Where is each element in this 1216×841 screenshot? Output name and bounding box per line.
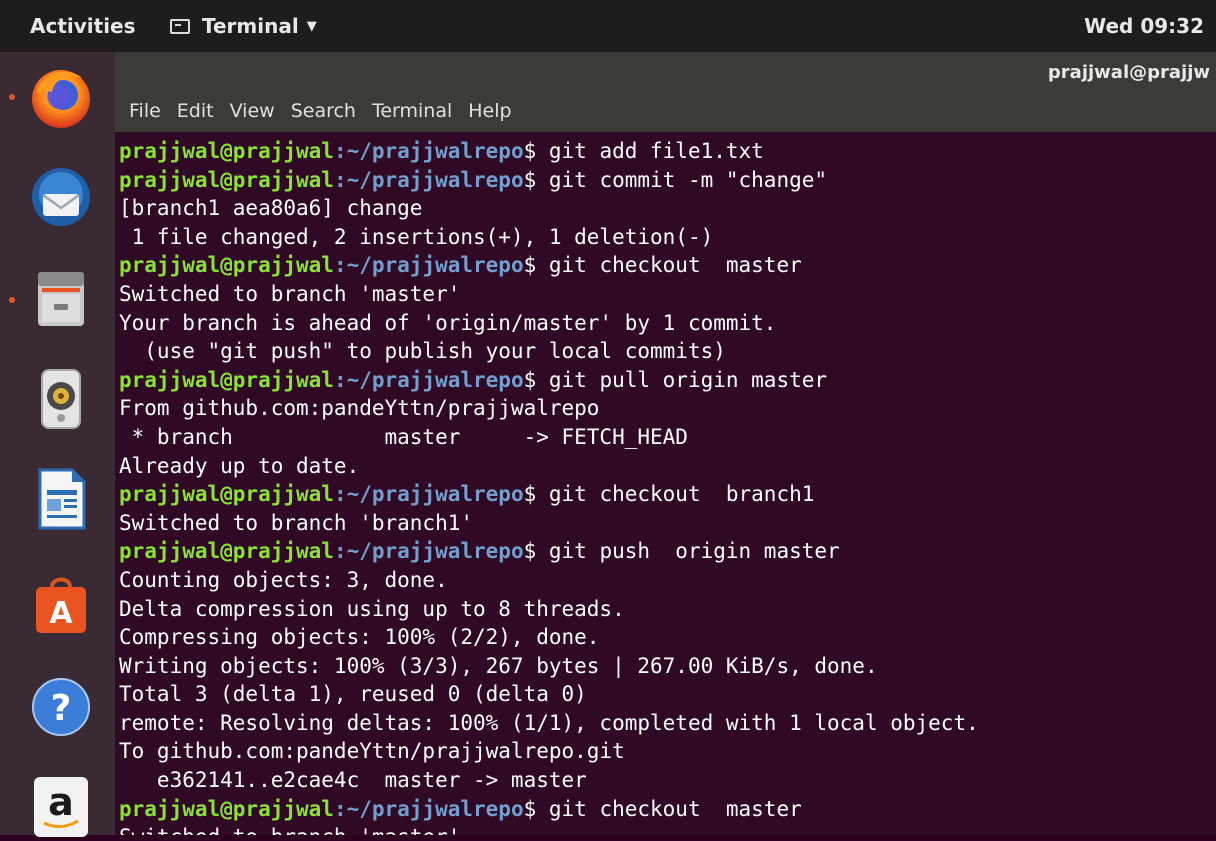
command-text: $ git checkout branch1 [523, 482, 815, 507]
menu-file[interactable]: File [127, 100, 163, 122]
command-text: $ git add file1.txt [523, 139, 764, 163]
chevron-down-icon: ▼ [306, 18, 317, 34]
svg-text:?: ? [51, 688, 72, 729]
output-line: Compressing objects: 100% (2/2), done. [119, 625, 600, 650]
prompt-path: :~/prajjwalrepo [333, 539, 524, 564]
output-line: Total 3 (delta 1), reused 0 (delta 0) [119, 682, 587, 707]
prompt-line: prajjwal@prajjwal:~/prajjwalrepo$ git pu… [119, 537, 979, 566]
output-line: * branch master -> FETCH_HEAD [119, 424, 688, 449]
svg-text:a: a [48, 780, 74, 824]
output-line: e362141..e2cae4c master -> master [119, 768, 587, 793]
prompt-path: :~/prajjwalrepo [333, 367, 524, 392]
command-text: $ git checkout master [523, 796, 802, 821]
prompt-line: prajjwal@prajjwal:~/prajjwalrepo$ git ch… [119, 480, 979, 509]
output-line: Writing objects: 100% (3/3), 267 bytes |… [119, 653, 878, 678]
prompt-line: prajjwal@prajjwal:~/prajjwalrepo$ git ch… [119, 795, 979, 824]
app-name: Terminal [202, 14, 299, 38]
window-title: prajjwal@prajjw [1047, 62, 1210, 83]
rhythmbox-icon[interactable] [24, 362, 98, 436]
software-center-icon[interactable]: A [24, 567, 98, 641]
output-line: Switched to branch 'branch1' [119, 510, 474, 535]
prompt-user: prajjwal@prajjwal [119, 539, 334, 564]
terminal-output[interactable]: prajjwal@prajjwal:~/prajjwalrepo$ git ad… [115, 132, 1216, 835]
app-menu-button[interactable]: Terminal ▼ [170, 14, 317, 38]
running-indicator [9, 94, 15, 100]
files-icon[interactable] [24, 262, 98, 336]
menu-help[interactable]: Help [466, 100, 513, 122]
output-line: remote: Resolving deltas: 100% (1/1), co… [119, 710, 979, 735]
prompt-user: prajjwal@prajjwal [119, 482, 334, 507]
command-text: $ git push origin master [523, 539, 840, 564]
prompt-line: prajjwal@prajjwal:~/prajjwalrepo$ git ad… [119, 137, 979, 166]
prompt-path: :~/prajjwalrepo [333, 482, 524, 507]
output-line: From github.com:pandeYttn/prajjwalrepo [119, 396, 600, 421]
output-line: To github.com:pandeYttn/prajjwalrepo.git [119, 739, 625, 764]
svg-text:A: A [49, 596, 73, 631]
amazon-icon[interactable]: a [24, 767, 98, 841]
activities-button[interactable]: Activities [30, 14, 136, 38]
prompt-line: prajjwal@prajjwal:~/prajjwalrepo$ git ch… [119, 251, 979, 280]
terminal-icon [170, 18, 190, 34]
dock: A ? a [0, 52, 115, 837]
libreoffice-writer-icon[interactable] [24, 462, 98, 536]
output-line: 1 file changed, 2 insertions(+), 1 delet… [119, 224, 714, 249]
command-text: $ git checkout master [523, 253, 802, 278]
menu-search[interactable]: Search [289, 100, 358, 122]
top-bar: Activities Terminal ▼ Wed 09:32 [0, 0, 1216, 52]
prompt-user: prajjwal@prajjwal [119, 796, 334, 821]
prompt-path: :~/prajjwalrepo [333, 139, 524, 163]
output-line: Already up to date. [119, 453, 360, 478]
output-line: Switched to branch 'master' [119, 823, 979, 835]
terminal-lines: prajjwal@prajjwal:~/prajjwalrepo$ git ad… [119, 137, 979, 835]
prompt-path: :~/prajjwalrepo [333, 253, 524, 278]
prompt-path: :~/prajjwalrepo [333, 796, 524, 821]
menu-terminal[interactable]: Terminal [370, 100, 454, 122]
prompt-path: :~/prajjwalrepo [333, 167, 524, 192]
command-text: $ git pull origin master [523, 367, 828, 392]
window-header: prajjwal@prajjw File Edit View Search Te… [115, 52, 1216, 132]
prompt-user: prajjwal@prajjwal [119, 367, 334, 392]
clock[interactable]: Wed 09:32 [1084, 14, 1204, 38]
output-line: Delta compression using up to 8 threads. [119, 596, 625, 621]
firefox-icon[interactable] [24, 60, 98, 134]
menu-edit[interactable]: Edit [175, 100, 216, 122]
output-line: Counting objects: 3, done. [119, 567, 448, 592]
output-line: [branch1 aea80a6] change [119, 196, 423, 221]
output-line: (use "git push" to publish your local co… [119, 339, 726, 364]
help-icon[interactable]: ? [24, 670, 98, 744]
prompt-user: prajjwal@prajjwal [119, 139, 334, 163]
prompt-user: prajjwal@prajjwal [119, 167, 334, 192]
thunderbird-icon[interactable] [24, 160, 98, 234]
command-text: $ git commit -m "change" [523, 167, 828, 192]
prompt-line: prajjwal@prajjwal:~/prajjwalrepo$ git pu… [119, 366, 979, 395]
output-line: Your branch is ahead of 'origin/master' … [119, 310, 777, 335]
output-line: Switched to branch 'master' [119, 281, 461, 306]
prompt-line: prajjwal@prajjwal:~/prajjwalrepo$ git co… [119, 166, 979, 195]
menu-view[interactable]: View [228, 100, 277, 122]
running-indicator [9, 297, 15, 303]
prompt-user: prajjwal@prajjwal [119, 253, 334, 278]
menu-bar: File Edit View Search Terminal Help [127, 100, 514, 122]
